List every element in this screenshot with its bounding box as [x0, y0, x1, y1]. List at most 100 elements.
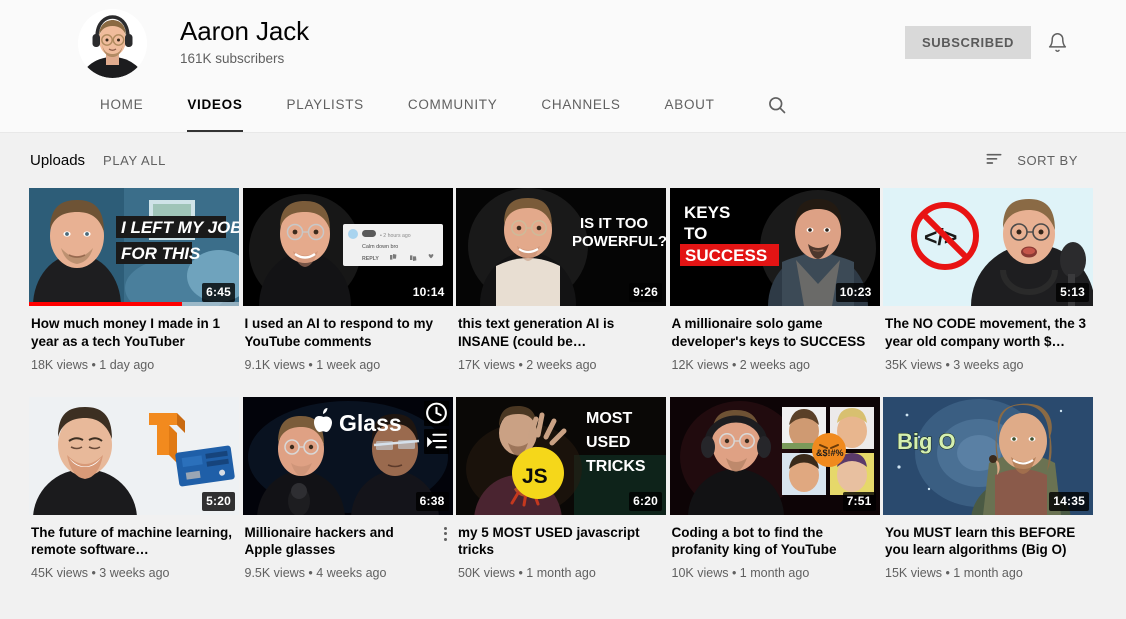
video-card: KEYS TO SUCCESS 10:23 A millionaire solo…: [669, 188, 880, 373]
svg-text:USED: USED: [586, 434, 630, 451]
tab-channels[interactable]: CHANNELS: [519, 78, 642, 132]
video-title[interactable]: Millionaire hackers and Apple glasses: [245, 524, 453, 560]
tab-home[interactable]: HOME: [78, 78, 165, 132]
video-meta: How much money I made in 1 year as a tec…: [29, 306, 239, 373]
more-vertical-icon[interactable]: [439, 523, 453, 545]
video-thumbnail[interactable]: • 2 hours ago Calm down bro REPLY 10:14: [242, 188, 453, 306]
video-title[interactable]: The NO CODE movement, the 3 year old com…: [885, 315, 1093, 351]
svg-text:REPLY: REPLY: [362, 256, 379, 262]
video-meta: my 5 MOST USED javascript tricks 50K vie…: [456, 515, 666, 582]
video-title[interactable]: I used an AI to respond to my YouTube co…: [245, 315, 453, 351]
video-card: I LEFT MY JOB FOR THIS 6:45 How much mon…: [29, 188, 239, 373]
video-stats: 45K views • 3 weeks ago: [31, 566, 170, 581]
video-duration: 5:20: [202, 491, 235, 511]
video-meta: The NO CODE movement, the 3 year old com…: [883, 306, 1093, 373]
tab-playlists[interactable]: PLAYLISTS: [265, 78, 386, 132]
menu-dot: [444, 526, 447, 530]
menu-dot: [444, 532, 447, 536]
svg-text:FOR THIS: FOR THIS: [121, 244, 201, 263]
svg-text:• 2 hours ago: • 2 hours ago: [380, 233, 411, 239]
svg-text:TRICKS: TRICKS: [586, 458, 646, 475]
svg-text:JS: JS: [522, 465, 548, 488]
add-to-queue-icon[interactable]: [423, 428, 449, 454]
video-meta: You MUST learn this BEFORE you learn alg…: [883, 515, 1093, 582]
play-all-button[interactable]: PLAY ALL: [103, 153, 166, 168]
svg-text:I LEFT MY JOB: I LEFT MY JOB: [121, 218, 239, 237]
video-card: Big O 14:35 You MUST learn this BEFORE y…: [883, 396, 1093, 582]
channel-text-block: Aaron Jack 161K subscribers: [180, 16, 309, 72]
video-thumbnail[interactable]: &$!#% 7:51: [669, 396, 880, 515]
video-duration: 10:23: [835, 283, 876, 302]
video-card: </> 5:13 The NO CODE movement, the 3 yea…: [883, 188, 1093, 373]
video-meta: The future of machine learning, remote s…: [29, 515, 239, 582]
search-icon[interactable]: [767, 78, 787, 132]
channel-header: Aaron Jack 161K subscribers SUBSCRIBED H…: [0, 0, 1126, 133]
video-stats: 10K views • 1 month ago: [671, 566, 810, 581]
video-stats: 35K views • 3 weeks ago: [885, 357, 1024, 372]
svg-text:IS IT TOO: IS IT TOO: [580, 215, 648, 232]
sort-lines-icon: [984, 148, 1004, 173]
video-card: &$!#% 7:51 Coding a bot to find the prof…: [669, 396, 880, 582]
video-stats: 12K views • 2 weeks ago: [671, 357, 810, 372]
video-card: JS MOST USED TRICKS 6:20 my 5 MOST USED …: [456, 396, 666, 582]
video-stats: 17K views • 2 weeks ago: [458, 357, 597, 372]
svg-text:&$!#%: &$!#%: [816, 448, 844, 458]
avatar[interactable]: [78, 9, 147, 78]
video-title[interactable]: The future of machine learning, remote s…: [31, 524, 239, 560]
video-thumbnail[interactable]: </> 5:13: [883, 188, 1093, 306]
video-thumbnail[interactable]: JS MOST USED TRICKS 6:20: [456, 396, 666, 515]
video-stats: 15K views • 1 month ago: [885, 566, 1023, 581]
notification-bell-icon[interactable]: [1047, 32, 1068, 53]
svg-text:Calm down bro: Calm down bro: [362, 244, 398, 250]
svg-text:TO: TO: [684, 224, 707, 243]
video-card: IS IT TOO POWERFUL? 9:26 this text gener…: [456, 188, 666, 373]
header-actions: SUBSCRIBED: [905, 26, 1068, 59]
video-thumbnail[interactable]: Glass 6:38: [242, 396, 453, 515]
video-stats: 9.1K views • 1 week ago: [244, 357, 381, 372]
video-title[interactable]: You MUST learn this BEFORE you learn alg…: [885, 524, 1093, 560]
video-meta: A millionaire solo game developer's keys…: [670, 306, 880, 373]
video-card: • 2 hours ago Calm down bro REPLY 10:14 …: [242, 188, 453, 373]
video-meta: this text generation AI is INSANE (could…: [456, 306, 666, 373]
video-meta: Millionaire hackers and Apple glasses 9.…: [243, 515, 453, 582]
tab-about[interactable]: ABOUT: [643, 78, 737, 132]
video-thumbnail[interactable]: I LEFT MY JOB FOR THIS 6:45: [29, 188, 239, 306]
channel-tabs: HOME VIDEOS PLAYLISTS COMMUNITY CHANNELS…: [0, 78, 1126, 132]
video-grid: I LEFT MY JOB FOR THIS 6:45 How much mon…: [0, 188, 1126, 605]
video-duration: 9:26: [629, 283, 662, 302]
subscribed-button[interactable]: SUBSCRIBED: [905, 26, 1031, 59]
video-meta: Coding a bot to find the profanity king …: [670, 515, 880, 582]
svg-text:MOST: MOST: [586, 410, 632, 427]
video-stats: 18K views • 1 day ago: [31, 357, 155, 372]
video-card: Glass 6:38 Millionaire hackers and Apple…: [242, 396, 453, 582]
sort-by-label: SORT BY: [1017, 153, 1078, 168]
video-thumbnail[interactable]: KEYS TO SUCCESS 10:23: [669, 188, 880, 306]
sort-by-button[interactable]: SORT BY: [984, 148, 1078, 173]
video-thumbnail[interactable]: Big O 14:35: [883, 396, 1093, 515]
subscriber-count: 161K subscribers: [180, 51, 285, 67]
video-title[interactable]: How much money I made in 1 year as a tec…: [31, 315, 239, 351]
uploads-bar: Uploads PLAY ALL SORT BY: [0, 133, 1126, 188]
video-title[interactable]: Coding a bot to find the profanity king …: [672, 524, 880, 560]
video-thumbnail[interactable]: IS IT TOO POWERFUL? 9:26: [456, 188, 666, 306]
svg-text:SUCCESS: SUCCESS: [685, 246, 767, 265]
channel-name: Aaron Jack: [180, 15, 310, 46]
video-title[interactable]: my 5 MOST USED javascript tricks: [458, 524, 666, 560]
video-thumbnail[interactable]: 5:20: [29, 396, 239, 515]
tab-videos[interactable]: VIDEOS: [165, 78, 264, 132]
thumbnail-hover-actions: [423, 400, 449, 454]
video-title[interactable]: this text generation AI is INSANE (could…: [458, 315, 666, 351]
tab-community[interactable]: COMMUNITY: [386, 78, 520, 132]
video-duration: 6:20: [629, 491, 662, 511]
uploads-section-label: Uploads: [30, 152, 86, 169]
video-stats: 9.5K views • 4 weeks ago: [244, 566, 387, 581]
video-duration: 5:13: [1056, 283, 1089, 302]
svg-text:Glass: Glass: [339, 410, 402, 436]
video-duration: 6:45: [202, 283, 235, 302]
video-card: 5:20 The future of machine learning, rem…: [29, 396, 239, 582]
svg-text:Big O: Big O: [897, 429, 956, 454]
video-title[interactable]: A millionaire solo game developer's keys…: [672, 315, 880, 351]
video-duration: 7:51: [842, 491, 876, 511]
video-duration: 14:35: [1049, 491, 1089, 511]
menu-dot: [444, 537, 447, 541]
